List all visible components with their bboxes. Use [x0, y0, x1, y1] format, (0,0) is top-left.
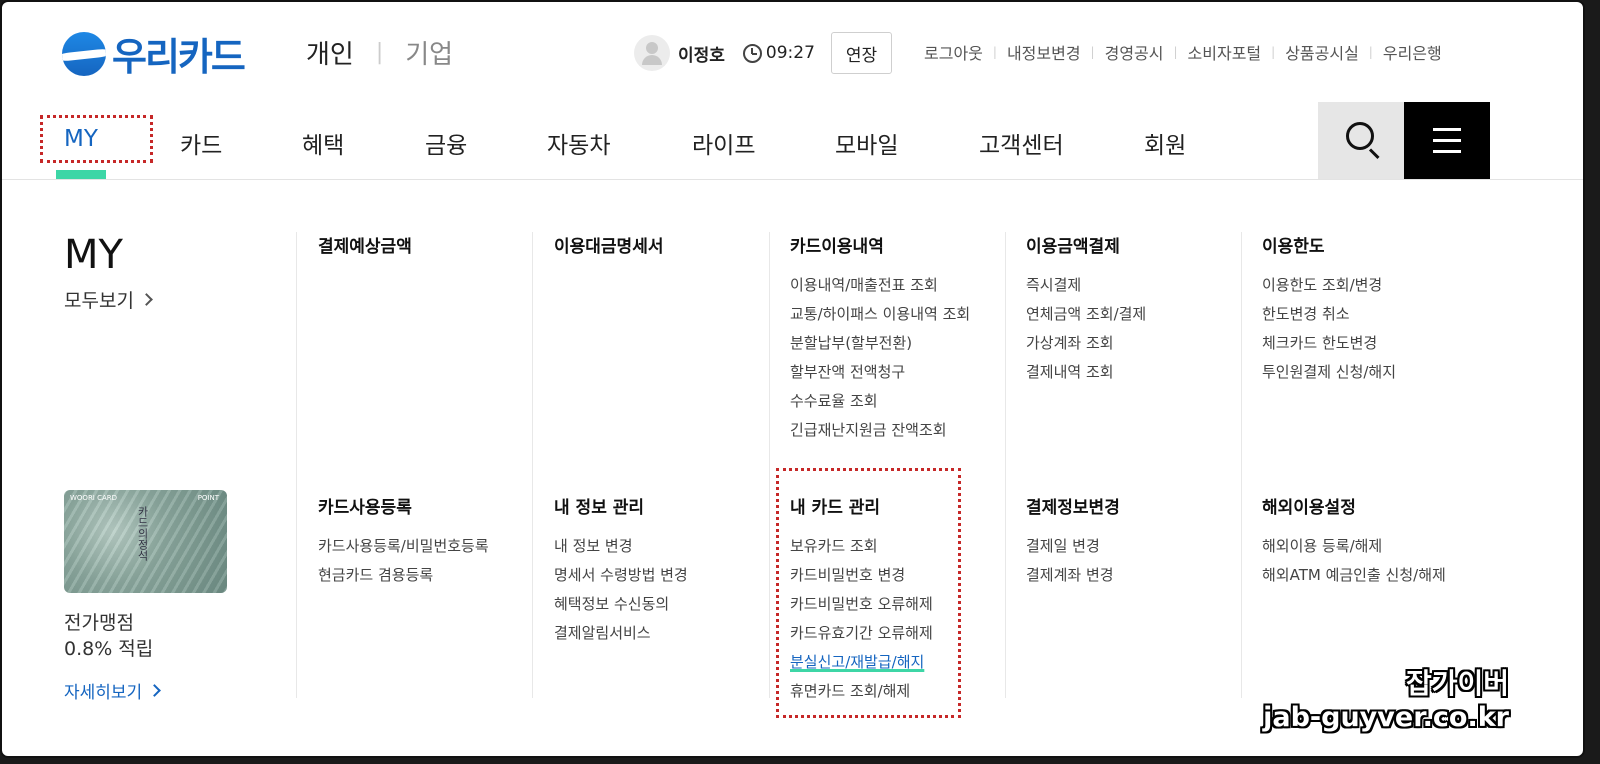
- corporate-tab[interactable]: 기업: [405, 34, 453, 71]
- group-card-registration: 카드사용등록 카드사용등록/비밀번호등록 현금카드 겸용등록: [318, 493, 489, 590]
- menu-link[interactable]: 결제알림서비스: [554, 619, 688, 648]
- group-statement: 이용대금명세서: [554, 232, 663, 271]
- menu-link[interactable]: 해외ATM 예금인출 신청/해제: [1262, 561, 1446, 590]
- watermark: 잡가이버 jab-guyver.co.kr: [1263, 667, 1509, 733]
- disclosure-link[interactable]: 경영공시: [1105, 40, 1164, 64]
- group-title[interactable]: 내 정보 관리: [554, 493, 688, 518]
- group-title[interactable]: 카드사용등록: [318, 493, 489, 518]
- menu-link[interactable]: 즉시결제: [1026, 271, 1146, 300]
- nav-life[interactable]: 라이프: [692, 126, 755, 160]
- session-time: 09:27: [765, 43, 815, 63]
- nav-finance[interactable]: 금융: [425, 126, 467, 160]
- menu-link[interactable]: 해외이용 등록/해제: [1262, 532, 1446, 561]
- session-timer: 09:27: [742, 43, 815, 63]
- browser-frame: 우리카드 개인 | 기업 이정호 09:27 연장 로그아웃 | 내정보변경 | 경…: [0, 0, 1585, 758]
- group-expected-payment: 결제예상금액: [318, 232, 412, 271]
- clock-icon: [742, 43, 762, 63]
- group-title[interactable]: 이용한도: [1262, 232, 1396, 257]
- card-image[interactable]: WOORI CARD POINT 카드의정석: [64, 490, 227, 593]
- group-payment-info: 결제정보변경 결제일 변경 결제계좌 변경: [1026, 493, 1120, 590]
- menu-link[interactable]: 투인원결제 신청/해지: [1262, 358, 1396, 387]
- woori-bank-link[interactable]: 우리은행: [1383, 40, 1442, 64]
- chevron-right-icon: [148, 684, 162, 697]
- menu-link[interactable]: 이용내역/매출전표 조회: [790, 271, 970, 300]
- menu-link[interactable]: 명세서 수령방법 변경: [554, 561, 688, 590]
- menu-link[interactable]: 결제일 변경: [1026, 532, 1120, 561]
- product-disclosure-link[interactable]: 상품공시실: [1285, 40, 1359, 64]
- search-button[interactable]: [1318, 102, 1404, 179]
- group-title[interactable]: 카드이용내역: [790, 232, 970, 257]
- column-divider: [769, 232, 770, 698]
- biz-switch: 개인 | 기업: [306, 34, 453, 71]
- highlight-box-my: [40, 115, 153, 163]
- group-overseas: 해외이용설정 해외이용 등록/해제 해외ATM 예금인출 신청/해제: [1262, 493, 1446, 590]
- group-title[interactable]: 결제예상금액: [318, 232, 412, 257]
- group-payment: 이용금액결제 즉시결제 연체금액 조회/결제 가상계좌 조회 결제내역 조회: [1026, 232, 1146, 387]
- view-all-link[interactable]: 모두보기: [64, 286, 153, 313]
- avatar-icon: [634, 35, 670, 71]
- user-name: 이정호: [678, 45, 725, 66]
- column-divider: [296, 232, 297, 698]
- personal-tab[interactable]: 개인: [306, 34, 354, 71]
- menu-link[interactable]: 혜택정보 수신동의: [554, 590, 688, 619]
- menu-link[interactable]: 결제계좌 변경: [1026, 561, 1120, 590]
- menu-link[interactable]: 교통/하이패스 이용내역 조회: [790, 300, 970, 329]
- chevron-right-icon: [140, 293, 153, 306]
- menu-link[interactable]: 연체금액 조회/결제: [1026, 300, 1146, 329]
- menu-link[interactable]: 내 정보 변경: [554, 532, 688, 561]
- user-bar: 이정호 09:27 연장: [634, 32, 893, 74]
- column-divider: [1241, 232, 1242, 698]
- highlight-box-my-card: [776, 468, 961, 718]
- active-tab-indicator: [56, 170, 106, 179]
- hamburger-icon: [1433, 128, 1461, 131]
- column-divider: [532, 232, 533, 698]
- logo-text: 우리카드: [112, 35, 246, 79]
- nav-mobile[interactable]: 모바일: [835, 126, 898, 160]
- logo-icon: [62, 31, 106, 76]
- card-detail-link[interactable]: 자세히보기: [64, 678, 162, 703]
- column-divider: [1005, 232, 1006, 698]
- group-title[interactable]: 결제정보변경: [1026, 493, 1120, 518]
- nav-card[interactable]: 카드: [180, 126, 222, 160]
- group-title[interactable]: 해외이용설정: [1262, 493, 1446, 518]
- extend-session-button[interactable]: 연장: [830, 32, 893, 74]
- group-limit: 이용한도 이용한도 조회/변경 한도변경 취소 체크카드 한도변경 투인원결제 …: [1262, 232, 1396, 387]
- nav-member[interactable]: 회원: [1144, 126, 1186, 160]
- edit-profile-link[interactable]: 내정보변경: [1007, 40, 1081, 64]
- global-nav: MY 카드 혜택 금융 자동차 라이프 모바일 고객센터 회원: [2, 102, 1583, 180]
- group-card-usage: 카드이용내역 이용내역/매출전표 조회 교통/하이패스 이용내역 조회 분할납부…: [790, 232, 970, 445]
- menu-link[interactable]: 결제내역 조회: [1026, 358, 1146, 387]
- consumer-portal-link[interactable]: 소비자포털: [1188, 40, 1262, 64]
- menu-link[interactable]: 수수료율 조회: [790, 387, 970, 416]
- nav-customer-center[interactable]: 고객센터: [979, 126, 1064, 160]
- nav-benefit[interactable]: 혜택: [302, 126, 344, 160]
- logout-link[interactable]: 로그아웃: [924, 40, 983, 64]
- group-title[interactable]: 이용금액결제: [1026, 232, 1146, 257]
- menu-link[interactable]: 가상계좌 조회: [1026, 329, 1146, 358]
- menu-link[interactable]: 긴급재난지원금 잔액조회: [790, 416, 970, 445]
- menu-link[interactable]: 현금카드 겸용등록: [318, 561, 489, 590]
- nav-auto[interactable]: 자동차: [547, 126, 610, 160]
- menu-link[interactable]: 분할납부(할부전환): [790, 329, 970, 358]
- menu-link[interactable]: 할부잔액 전액청구: [790, 358, 970, 387]
- menu-link[interactable]: 한도변경 취소: [1262, 300, 1396, 329]
- search-icon: [1346, 122, 1374, 150]
- all-menu-button[interactable]: [1404, 102, 1490, 179]
- menu-link[interactable]: 카드사용등록/비밀번호등록: [318, 532, 489, 561]
- utility-links: 로그아웃 | 내정보변경 | 경영공시 | 소비자포털 | 상품공시실 | 우리은행: [924, 40, 1442, 64]
- group-title[interactable]: 이용대금명세서: [554, 232, 663, 257]
- menu-link[interactable]: 이용한도 조회/변경: [1262, 271, 1396, 300]
- divider: |: [375, 40, 384, 65]
- menu-link[interactable]: 체크카드 한도변경: [1262, 329, 1396, 358]
- mega-menu-title: MY: [64, 232, 123, 278]
- woori-card-logo[interactable]: 우리카드: [62, 26, 246, 81]
- group-my-info: 내 정보 관리 내 정보 변경 명세서 수령방법 변경 혜택정보 수신동의 결제…: [554, 493, 688, 648]
- card-description: 전가맹점 0.8% 적립: [64, 612, 154, 660]
- mega-menu-side: MY 모두보기: [64, 232, 153, 313]
